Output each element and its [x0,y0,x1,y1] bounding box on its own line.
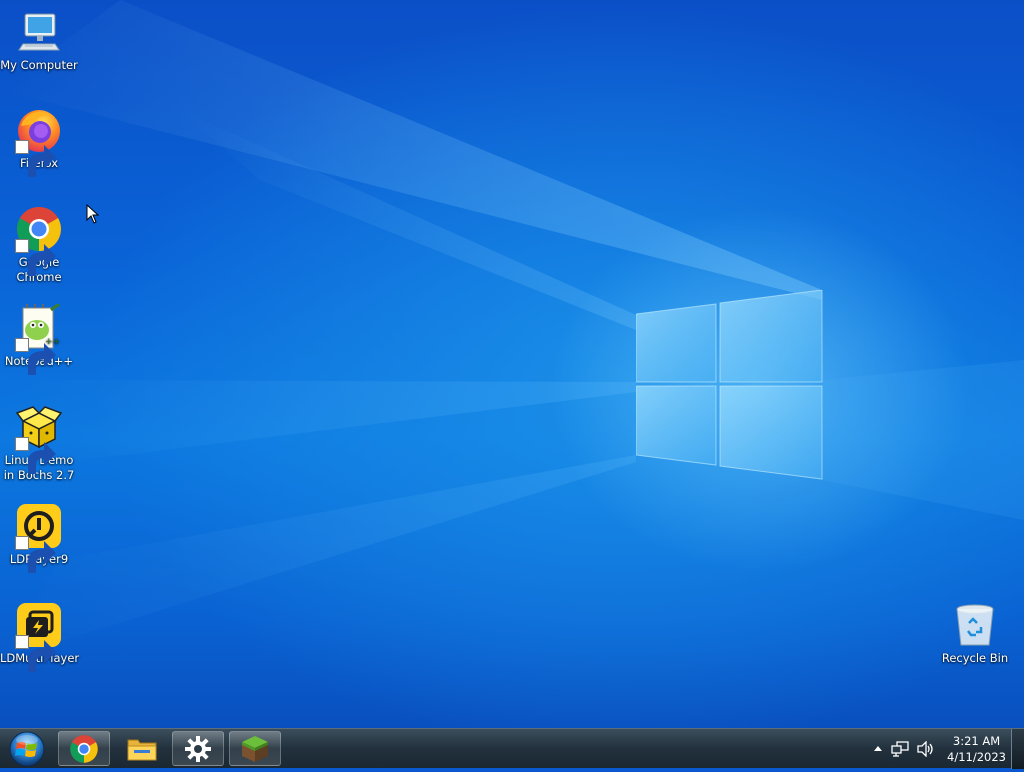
volume-button[interactable] [917,741,935,757]
desktop-wallpaper[interactable]: My Computer Firefox Google Chrome ++ Not… [0,0,1024,728]
windows-start-orb-icon [9,731,45,767]
taskbar: 3:21 AM 4/11/2023 [0,728,1024,769]
system-tray: 3:21 AM 4/11/2023 [873,729,1010,769]
desktop-icon-label: My Computer [0,58,78,72]
shortcut-arrow-icon [15,635,56,672]
shortcut-arrow-icon [15,437,56,474]
volume-icon [917,741,933,757]
recycle-bin-icon [951,601,999,649]
mouse-cursor-icon [86,204,100,224]
bochs-icon [15,403,63,474]
network-status-button[interactable] [891,741,909,757]
desktop-icon-label: Recycle Bin [941,651,1009,665]
gear-icon [185,735,211,762]
taskbar-minecraft-button[interactable] [229,731,281,766]
network-icon [891,741,909,757]
desktop-icon-notepadpp[interactable]: ++ Notepad++ [0,304,78,375]
my-computer-icon [15,8,63,56]
ldmultiplayer-icon [15,601,63,672]
desktop-icon-firefox[interactable]: Firefox [0,106,78,177]
show-desktop-button[interactable] [1011,729,1024,769]
chrome-icon [15,205,63,276]
desktop-icon-bochs[interactable]: Linux Demo in Bochs 2.7 [0,403,78,483]
ldplayer-icon [15,502,63,573]
desktop-icon-ldmultiplayer[interactable]: LDMultiPlayer [0,601,79,672]
folder-icon [127,739,157,760]
grass-block-icon [242,735,268,762]
clock-time: 3:21 AM [952,734,1001,748]
start-button[interactable] [4,730,50,768]
shortcut-arrow-icon [15,140,56,177]
wallpaper-light-beams [0,0,1024,660]
windows-logo [636,290,823,480]
shortcut-arrow-icon [15,239,56,276]
desktop-icon-my-computer[interactable]: My Computer [0,8,78,73]
show-hidden-icons-button[interactable] [873,745,883,753]
notepadpp-icon: ++ [15,304,63,375]
desktop-icon-ldplayer9[interactable]: LDPlayer9 [0,502,78,573]
taskbar-chrome-button[interactable] [58,731,110,766]
chrome-icon [70,734,98,763]
taskbar-settings-button[interactable] [172,731,224,766]
clock-date: 4/11/2023 [947,750,1006,764]
desktop-icon-google-chrome[interactable]: Google Chrome [0,205,78,285]
desktop-icon-recycle-bin[interactable]: Recycle Bin [936,601,1014,666]
firefox-icon [15,106,63,177]
shortcut-arrow-icon [15,338,56,375]
chevron-up-icon [874,746,883,751]
taskbar-file-explorer-button[interactable] [116,731,168,766]
shortcut-arrow-icon [15,536,56,573]
clock[interactable]: 3:21 AM 4/11/2023 [947,733,1006,765]
